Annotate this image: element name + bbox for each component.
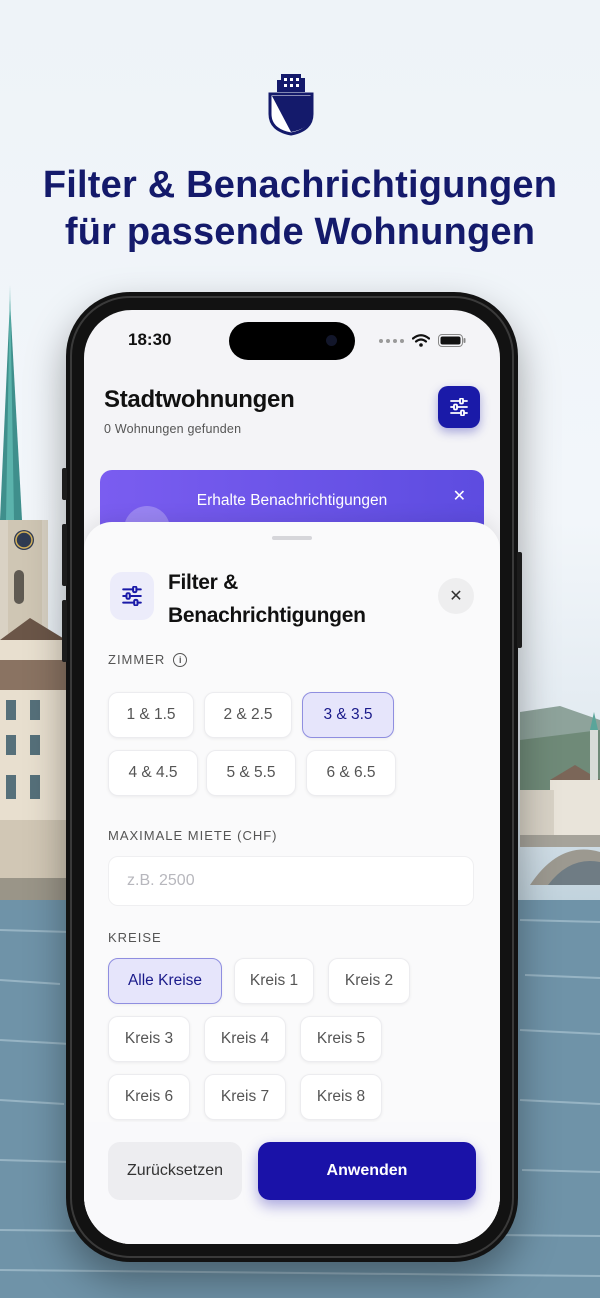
power-button bbox=[517, 552, 522, 648]
max-rent-label-text: MAXIMALE MIETE (CHF) bbox=[108, 828, 278, 843]
app-title: Stadtwohnungen bbox=[104, 386, 295, 413]
rooms-label-text: ZIMMER bbox=[108, 652, 166, 667]
zurich-shield-building-icon bbox=[268, 74, 314, 136]
results-count: 0 Wohnungen gefunden bbox=[104, 422, 242, 436]
district-option[interactable]: Kreis 2 bbox=[328, 958, 410, 1004]
district-option[interactable]: Kreis 1 bbox=[234, 958, 314, 1004]
district-option[interactable]: Kreis 7 bbox=[204, 1074, 286, 1120]
sheet-grabber[interactable] bbox=[272, 536, 312, 540]
sheet-title: Filter & Benachrichtigungen bbox=[168, 571, 366, 627]
signal-dots-icon bbox=[379, 338, 404, 343]
district-option[interactable]: Kreis 5 bbox=[300, 1016, 382, 1062]
sliders-icon bbox=[110, 572, 154, 620]
max-rent-label: MAXIMALE MIETE (CHF) bbox=[108, 828, 278, 843]
districts-label-text: KREISE bbox=[108, 930, 162, 945]
close-icon[interactable]: ✕ bbox=[453, 486, 466, 506]
reset-button[interactable]: Zurücksetzen bbox=[108, 1142, 242, 1200]
status-time: 18:30 bbox=[128, 330, 172, 349]
district-option[interactable]: Kreis 3 bbox=[108, 1016, 190, 1062]
phone-frame: 18:30 Stadtwohnungen 0 Wohnungen gefunde… bbox=[62, 292, 522, 1262]
wifi-icon bbox=[412, 334, 430, 347]
rooms-option[interactable]: 4 & 4.5 bbox=[108, 750, 198, 796]
rooms-option[interactable]: 1 & 1.5 bbox=[108, 692, 194, 738]
mute-switch bbox=[62, 468, 67, 500]
dynamic-island bbox=[229, 322, 355, 360]
rooms-option[interactable]: 6 & 6.5 bbox=[306, 750, 396, 796]
district-option[interactable]: Kreis 8 bbox=[300, 1074, 382, 1120]
rooms-option[interactable]: 2 & 2.5 bbox=[204, 692, 292, 738]
sliders-icon bbox=[450, 398, 468, 416]
district-option[interactable]: Kreis 6 bbox=[108, 1074, 190, 1120]
apply-button[interactable]: Anwenden bbox=[258, 1142, 476, 1200]
district-option-selected[interactable]: Alle Kreise bbox=[108, 958, 222, 1004]
max-rent-input[interactable]: z.B. 2500 bbox=[108, 856, 474, 906]
rooms-option[interactable]: 5 & 5.5 bbox=[206, 750, 296, 796]
rooms-label: ZIMMER i bbox=[108, 652, 188, 667]
filter-sheet: Filter & Benachrichtigungen ✕ ZIMMER i 1… bbox=[84, 522, 500, 1244]
battery-icon bbox=[438, 334, 466, 347]
close-icon[interactable]: ✕ bbox=[438, 578, 474, 614]
districts-label: KREISE bbox=[108, 930, 162, 945]
headline: Filter & Benachrichtigungen für passende… bbox=[0, 162, 600, 256]
headline-line-2: für passende Wohnungen bbox=[64, 211, 536, 253]
volume-down-button bbox=[62, 600, 67, 662]
phone-screen: 18:30 Stadtwohnungen 0 Wohnungen gefunde… bbox=[84, 310, 500, 1244]
district-option[interactable]: Kreis 4 bbox=[204, 1016, 286, 1062]
info-icon[interactable]: i bbox=[173, 652, 188, 667]
volume-up-button bbox=[62, 524, 67, 586]
filter-button[interactable] bbox=[438, 386, 480, 428]
notification-banner-title: Erhalte Benachrichtigungen bbox=[196, 492, 388, 509]
status-icons bbox=[379, 334, 466, 347]
rooms-option-selected[interactable]: 3 & 3.5 bbox=[302, 692, 394, 738]
headline-line-1: Filter & Benachrichtigungen bbox=[42, 164, 558, 206]
